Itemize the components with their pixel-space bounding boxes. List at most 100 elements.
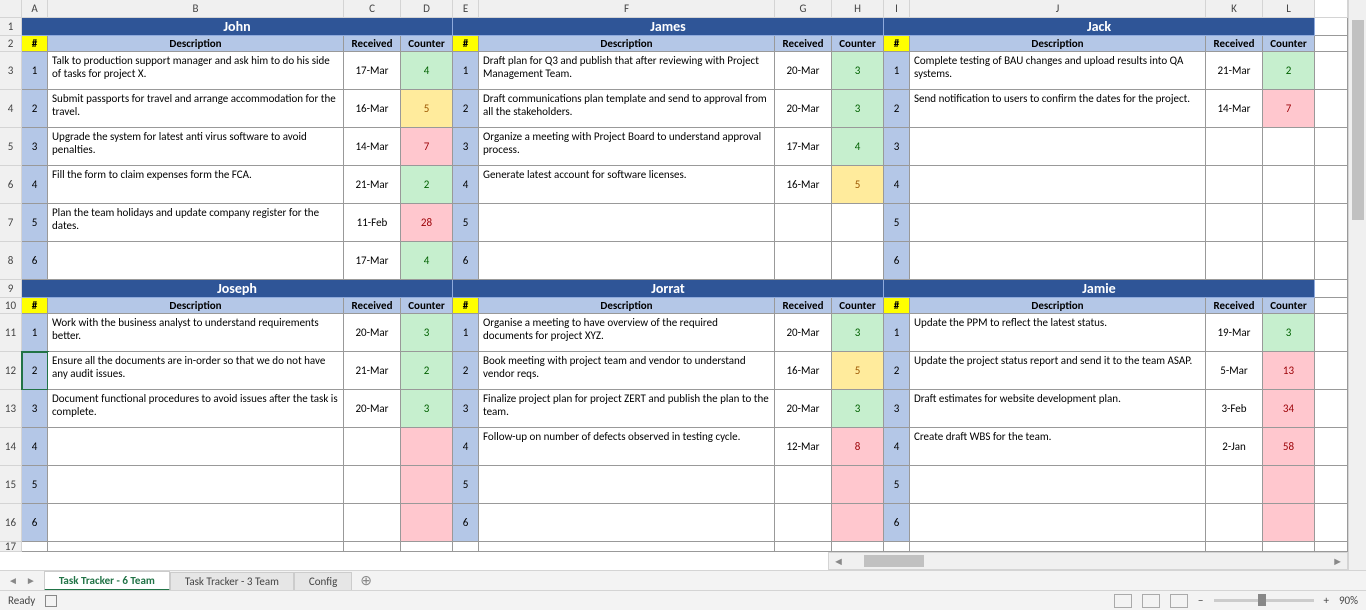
task-number[interactable]: 2 xyxy=(453,352,479,390)
task-received[interactable]: 14-Mar xyxy=(1206,90,1263,128)
task-received[interactable]: 17-Mar xyxy=(344,52,401,90)
task-description[interactable] xyxy=(479,242,775,280)
col-header-F[interactable]: F xyxy=(479,0,775,18)
task-description[interactable] xyxy=(48,428,344,466)
row-header-13[interactable]: 13 xyxy=(0,390,22,428)
vertical-scrollbar[interactable] xyxy=(1348,0,1366,570)
task-received[interactable]: 5-Mar xyxy=(1206,352,1263,390)
task-number[interactable]: 3 xyxy=(453,390,479,428)
row-header-14[interactable]: 14 xyxy=(0,428,22,466)
task-counter[interactable] xyxy=(832,466,884,504)
task-received[interactable] xyxy=(1206,504,1263,542)
empty-cell[interactable] xyxy=(453,542,479,552)
task-description[interactable]: Draft estimates for website development … xyxy=(910,390,1206,428)
empty-cell[interactable] xyxy=(775,542,832,552)
task-number[interactable]: 5 xyxy=(22,204,48,242)
row-header-3[interactable]: 3 xyxy=(0,52,22,90)
zoom-out-button[interactable]: − xyxy=(1198,594,1203,607)
row-header-8[interactable]: 8 xyxy=(0,242,22,280)
task-number[interactable]: 2 xyxy=(884,352,910,390)
task-description[interactable]: Plan the team holidays and update compan… xyxy=(48,204,344,242)
tab-nav-next-icon[interactable]: ► xyxy=(24,574,38,587)
task-number[interactable]: 3 xyxy=(22,390,48,428)
row-header-2[interactable]: 2 xyxy=(0,36,22,52)
task-received[interactable]: 12-Mar xyxy=(775,428,832,466)
task-received[interactable] xyxy=(775,466,832,504)
task-number[interactable]: 1 xyxy=(22,52,48,90)
col-header-D[interactable]: D xyxy=(401,0,453,18)
empty-cell[interactable] xyxy=(479,542,775,552)
task-number[interactable]: 6 xyxy=(884,504,910,542)
task-counter[interactable] xyxy=(1263,466,1315,504)
empty-cell[interactable] xyxy=(48,542,344,552)
task-counter[interactable]: 2 xyxy=(401,352,453,390)
task-number[interactable]: 2 xyxy=(453,90,479,128)
col-header-K[interactable]: K xyxy=(1206,0,1263,18)
task-number[interactable]: 5 xyxy=(884,466,910,504)
task-description[interactable]: Work with the business analyst to unders… xyxy=(48,314,344,352)
task-number[interactable]: 3 xyxy=(884,128,910,166)
task-description[interactable]: Document functional procedures to avoid … xyxy=(48,390,344,428)
task-counter[interactable]: 5 xyxy=(832,352,884,390)
task-description[interactable] xyxy=(910,166,1206,204)
task-number[interactable]: 4 xyxy=(884,166,910,204)
task-received[interactable] xyxy=(1206,242,1263,280)
col-header-G[interactable]: G xyxy=(775,0,832,18)
task-counter[interactable]: 3 xyxy=(832,314,884,352)
empty-cell[interactable] xyxy=(344,542,401,552)
task-counter[interactable]: 4 xyxy=(832,128,884,166)
task-number[interactable]: 5 xyxy=(884,204,910,242)
task-received[interactable] xyxy=(344,428,401,466)
task-counter[interactable] xyxy=(1263,504,1315,542)
task-number[interactable]: 2 xyxy=(22,352,48,390)
task-received[interactable]: 16-Mar xyxy=(775,166,832,204)
task-number[interactable]: 4 xyxy=(453,428,479,466)
vscroll-thumb[interactable] xyxy=(1352,20,1364,220)
task-description[interactable]: Follow-up on number of defects observed … xyxy=(479,428,775,466)
task-counter[interactable]: 4 xyxy=(401,242,453,280)
task-received[interactable] xyxy=(775,504,832,542)
task-description[interactable]: Upgrade the system for latest anti virus… xyxy=(48,128,344,166)
task-description[interactable] xyxy=(910,466,1206,504)
row-header-11[interactable]: 11 xyxy=(0,314,22,352)
task-received[interactable]: 17-Mar xyxy=(344,242,401,280)
task-number[interactable]: 6 xyxy=(884,242,910,280)
row-header-16[interactable]: 16 xyxy=(0,504,22,542)
col-header-C[interactable]: C xyxy=(344,0,401,18)
task-description[interactable]: Finalize project plan for project ZERT a… xyxy=(479,390,775,428)
task-number[interactable]: 2 xyxy=(22,90,48,128)
task-counter[interactable] xyxy=(1263,204,1315,242)
task-description[interactable]: Create draft WBS for the team. xyxy=(910,428,1206,466)
task-number[interactable]: 5 xyxy=(22,466,48,504)
task-counter[interactable]: 3 xyxy=(1263,314,1315,352)
task-number[interactable]: 5 xyxy=(453,204,479,242)
task-received[interactable]: 16-Mar xyxy=(775,352,832,390)
task-number[interactable]: 4 xyxy=(453,166,479,204)
empty-cell[interactable] xyxy=(22,542,48,552)
row-header-12[interactable]: 12 xyxy=(0,352,22,390)
task-description[interactable]: Complete testing of BAU changes and uplo… xyxy=(910,52,1206,90)
task-received[interactable]: 20-Mar xyxy=(775,52,832,90)
row-header-4[interactable]: 4 xyxy=(0,90,22,128)
task-counter[interactable]: 5 xyxy=(832,166,884,204)
task-description[interactable] xyxy=(48,242,344,280)
horizontal-scrollbar[interactable]: ◄ ► xyxy=(828,552,1348,570)
task-counter[interactable]: 3 xyxy=(401,390,453,428)
task-number[interactable]: 2 xyxy=(884,90,910,128)
col-header-A[interactable]: A xyxy=(22,0,48,18)
task-description[interactable]: Talk to production support manager and a… xyxy=(48,52,344,90)
task-number[interactable]: 1 xyxy=(453,314,479,352)
task-received[interactable]: 20-Mar xyxy=(775,390,832,428)
task-number[interactable]: 4 xyxy=(22,166,48,204)
task-received[interactable] xyxy=(344,466,401,504)
task-received[interactable] xyxy=(1206,466,1263,504)
task-description[interactable]: Fill the form to claim expenses form the… xyxy=(48,166,344,204)
task-counter[interactable]: 3 xyxy=(832,90,884,128)
task-counter[interactable]: 3 xyxy=(401,314,453,352)
sheet-tab-3[interactable]: Config xyxy=(294,572,352,590)
task-description[interactable]: Book meeting with project team and vendo… xyxy=(479,352,775,390)
task-received[interactable]: 16-Mar xyxy=(344,90,401,128)
task-number[interactable]: 6 xyxy=(22,504,48,542)
task-received[interactable]: 20-Mar xyxy=(775,90,832,128)
task-number[interactable]: 4 xyxy=(884,428,910,466)
